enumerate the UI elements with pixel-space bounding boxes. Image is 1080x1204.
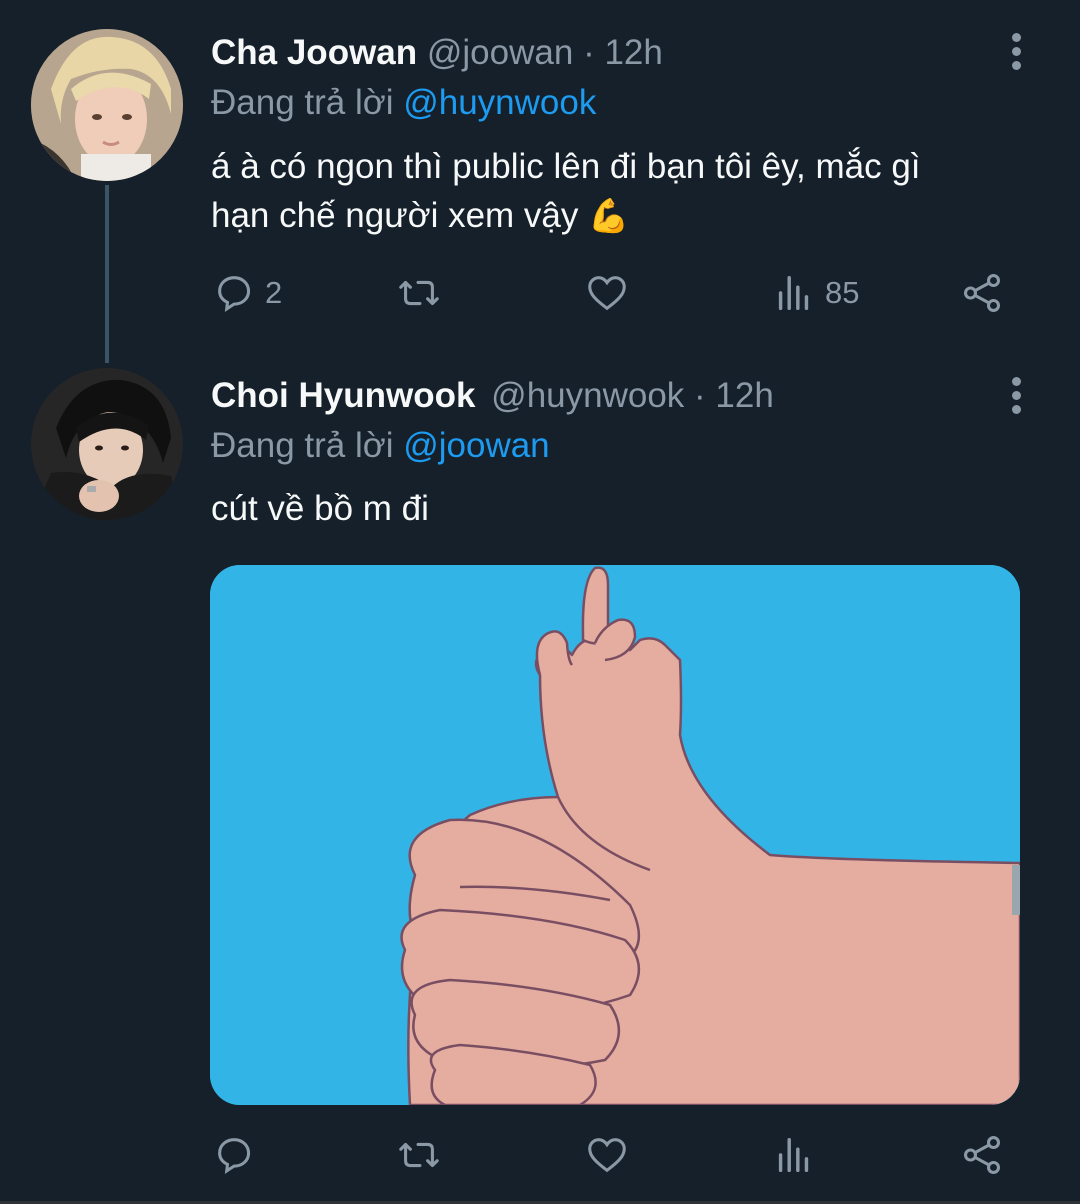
like-icon <box>588 1138 626 1173</box>
views-icon <box>778 1137 809 1173</box>
tweet-media-image[interactable] <box>210 565 1020 1105</box>
display-name[interactable]: Choi Hyunwook <box>211 376 475 415</box>
timestamp[interactable]: · 12h <box>583 33 663 72</box>
tweet-header: Choi Hyunwook @huynwook · 12h <box>211 376 774 416</box>
like-icon <box>588 276 626 311</box>
tweet-header: Cha Joowan @joowan · 12h <box>211 33 663 73</box>
views-icon <box>778 275 809 311</box>
like-button[interactable] <box>584 268 630 318</box>
replying-prefix: Đang trả lời <box>211 83 394 122</box>
mention-link[interactable]: @joowan <box>403 426 549 465</box>
user-handle[interactable]: @huynwook <box>491 376 684 415</box>
views-count: 85 <box>825 275 860 310</box>
reply-button[interactable] <box>211 1130 257 1180</box>
more-vertical-icon[interactable] <box>1004 377 1028 417</box>
timestamp[interactable]: · 12h <box>694 376 774 415</box>
replying-to: Đang trả lời @huynwook <box>211 83 596 123</box>
display-name[interactable]: Cha Joowan <box>211 33 417 72</box>
hand-gesture-illustration <box>210 565 1020 1105</box>
share-icon <box>963 274 1001 312</box>
reply-icon <box>218 276 251 312</box>
views-button[interactable] <box>771 1130 817 1180</box>
tweet-actions <box>211 1130 1011 1180</box>
flexed-biceps-emoji: 💪 <box>588 197 630 234</box>
share-button[interactable] <box>959 268 1005 318</box>
avatar-choi-hyunwook[interactable] <box>31 368 183 520</box>
tweet-actions: 2 85 <box>211 268 1011 318</box>
views-button[interactable]: 85 <box>771 268 859 318</box>
tweet-text: á à có ngon thì public lên đi bạn tôi êy… <box>211 142 1011 240</box>
like-button[interactable] <box>584 1130 630 1180</box>
tweet-text-line: á à có ngon thì public lên đi bạn tôi êy… <box>211 147 921 186</box>
user-handle[interactable]: @joowan <box>427 33 573 72</box>
tweet-text-line: hạn chế người xem vậy <box>211 196 579 235</box>
tweet-text: cút về bồ m đi <box>211 489 429 528</box>
mention-link[interactable]: @huynwook <box>403 83 596 122</box>
more-vertical-icon[interactable] <box>1004 33 1028 73</box>
retweet-button[interactable] <box>396 1130 442 1180</box>
thread-line <box>105 185 109 363</box>
retweet-icon <box>399 1142 439 1168</box>
reply-icon <box>218 1138 251 1174</box>
reply-button[interactable]: 2 <box>211 268 282 318</box>
share-icon <box>963 1136 1001 1174</box>
reply-count: 2 <box>265 275 283 310</box>
replying-to: Đang trả lời @joowan <box>211 426 550 466</box>
retweet-button[interactable] <box>396 268 442 318</box>
share-button[interactable] <box>959 1130 1005 1180</box>
retweet-icon <box>399 280 439 306</box>
replying-prefix: Đang trả lời <box>211 426 394 465</box>
avatar-cha-joowan[interactable] <box>31 29 183 181</box>
